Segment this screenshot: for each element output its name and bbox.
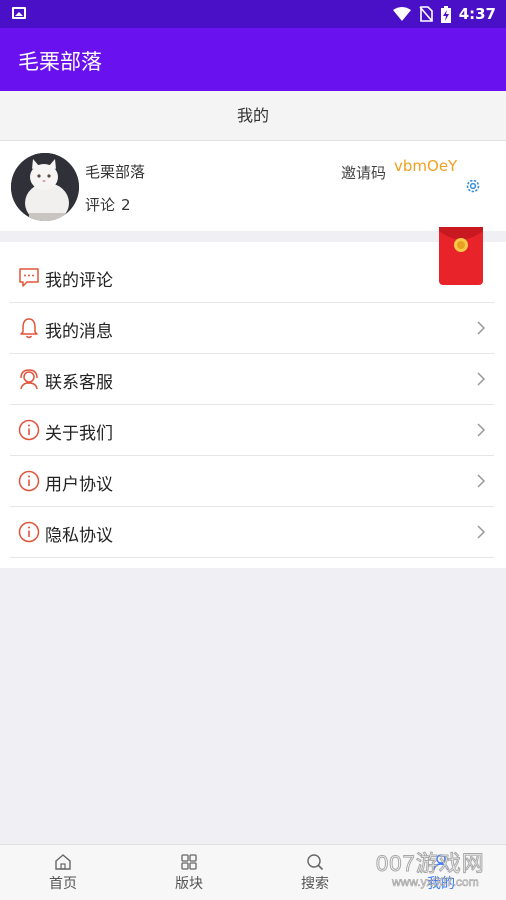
profile-card: 毛栗部落 评论 2 邀请码 vbmOeY xyxy=(0,141,506,231)
home-icon xyxy=(55,854,71,870)
chevron-right-icon xyxy=(477,372,486,386)
wifi-icon xyxy=(392,7,411,21)
tab-label: 搜索 xyxy=(301,876,329,892)
menu-item-user-agreement[interactable]: 用户协议 xyxy=(10,456,494,507)
invite-code-value: vbmOeY xyxy=(394,157,458,175)
chevron-right-icon xyxy=(477,474,486,488)
info-icon xyxy=(18,521,40,543)
no-sim-icon xyxy=(419,6,433,22)
chevron-right-icon xyxy=(477,525,486,539)
menu-item-label: 我的评论 xyxy=(45,271,113,291)
section-divider xyxy=(0,231,506,242)
app-bar: 毛栗部落 xyxy=(0,28,506,91)
avatar[interactable] xyxy=(11,153,79,221)
menu-item-privacy-agreement[interactable]: 隐私协议 xyxy=(10,507,494,558)
username: 毛栗部落 xyxy=(85,163,146,181)
tab-label: 版块 xyxy=(175,876,203,892)
comment-icon xyxy=(19,268,39,287)
watermark-text: 007游戏网 xyxy=(376,851,485,877)
tab-home[interactable]: 首页 xyxy=(0,845,126,900)
menu-item-my-messages[interactable]: 我的消息 xyxy=(10,303,494,354)
menu-item-label: 联系客服 xyxy=(45,373,113,393)
comment-count: 评论 2 xyxy=(85,194,131,215)
menu-list: 我的评论 我的消息 联系客服 关于我们 用户协议 隐私协议 xyxy=(0,242,506,568)
menu-item-label: 用户协议 xyxy=(45,475,113,495)
headset-icon xyxy=(20,369,38,390)
info-icon xyxy=(18,419,40,441)
bell-icon xyxy=(20,318,38,339)
tab-label: 首页 xyxy=(49,876,77,892)
menu-item-customer-service[interactable]: 联系客服 xyxy=(10,354,494,405)
menu-item-label: 隐私协议 xyxy=(45,526,113,546)
search-icon xyxy=(307,854,324,871)
menu-item-label: 我的消息 xyxy=(45,322,113,342)
status-time: 4:37 xyxy=(458,5,496,23)
tab-search[interactable]: 搜索 xyxy=(252,845,378,900)
red-packet-icon[interactable] xyxy=(438,226,484,286)
image-notification-icon xyxy=(12,7,26,19)
page-title: 我的 xyxy=(0,91,506,141)
menu-item-my-comments[interactable]: 我的评论 xyxy=(10,252,494,303)
cat-avatar-image xyxy=(11,153,79,221)
status-bar: 4:37 xyxy=(0,0,506,28)
watermark-url: www.yx007.com xyxy=(392,875,479,890)
grid-icon xyxy=(181,854,197,870)
info-icon xyxy=(18,470,40,492)
comment-count-value: 2 xyxy=(121,196,131,214)
watermark: 007游戏网 www.yx007.com xyxy=(376,846,506,896)
chevron-right-icon xyxy=(477,423,486,437)
comment-count-label: 评论 xyxy=(85,196,116,214)
chevron-right-icon xyxy=(477,321,486,335)
invite-code-label: 邀请码 xyxy=(341,164,387,182)
menu-item-about-us[interactable]: 关于我们 xyxy=(10,405,494,456)
app-title: 毛栗部落 xyxy=(18,50,102,74)
battery-charging-icon xyxy=(440,5,451,23)
menu-item-label: 关于我们 xyxy=(45,424,113,444)
gear-icon[interactable] xyxy=(464,177,482,195)
status-icons: 4:37 xyxy=(392,4,496,24)
tab-sections[interactable]: 版块 xyxy=(126,845,252,900)
